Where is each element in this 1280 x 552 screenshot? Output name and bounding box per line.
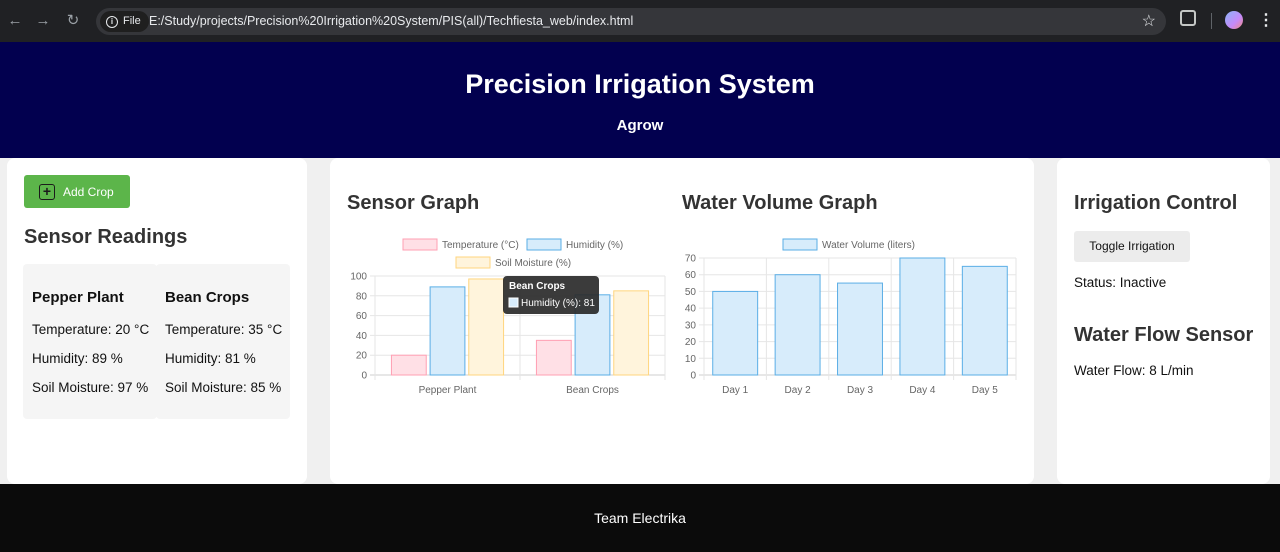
irrigation-panel: Irrigation Control Toggle Irrigation Sta… [1057,158,1270,484]
bar [429,286,466,376]
x-tick-label: Day 2 [785,385,812,396]
tooltip-swatch [508,297,519,308]
irrigation-status: Status: Inactive [1074,275,1167,290]
legend-swatch [782,238,818,251]
crop-name: Bean Crops [165,289,250,306]
crop-humidity: Humidity: 81 % [165,351,256,366]
sensor-readings-panel: + Add Crop Sensor Readings Pepper Plant … [7,158,307,484]
bar [961,265,1008,376]
crop-card-bean-crops: Bean Crops Temperature: 35 °C Humidity: … [156,264,290,419]
toggle-irrigation-button[interactable]: Toggle Irrigation [1074,231,1190,262]
crop-humidity: Humidity: 89 % [32,351,123,366]
crop-card-pepper-plant: Pepper Plant Temperature: 20 °C Humidity… [23,264,157,419]
crop-temperature: Temperature: 20 °C [32,322,150,337]
crop-temperature: Temperature: 35 °C [165,322,283,337]
forward-icon[interactable]: → [32,10,54,32]
y-tick-label: 30 [685,320,697,331]
browser-toolbar: ← → ↻ i File E:/Study/projects/Precision… [0,0,1280,42]
y-tick-label: 70 [685,254,697,265]
crop-soil-moisture: Soil Moisture: 85 % [165,380,282,395]
y-tick-label: 20 [685,337,697,348]
x-tick-label: Day 4 [909,385,936,396]
bar [774,274,821,376]
x-tick-label: Day 3 [847,385,874,396]
page-subtitle: Agrow [616,117,664,134]
plus-square-icon: + [39,183,55,200]
bar [468,278,505,376]
site-info-label: File [123,15,141,27]
x-tick-label: Day 1 [722,385,749,396]
sensor-readings-title: Sensor Readings [24,226,188,248]
y-tick-label: 50 [685,287,697,298]
page-title: Precision Irrigation System [465,69,815,99]
page-header: Precision Irrigation System Agrow [0,42,1280,158]
y-tick-label: 0 [361,371,367,382]
more-menu-icon[interactable]: ⋮ [1258,10,1274,32]
toolbar-divider [1211,13,1212,29]
bar [390,354,427,376]
profile-avatar[interactable] [1225,11,1243,29]
water-flow-title: Water Flow Sensor [1074,324,1254,346]
legend-label: Temperature (°C) [442,240,519,251]
legend-label: Water Volume (liters) [822,240,915,251]
water-volume-graph-title: Water Volume Graph [682,192,878,214]
irrigation-control-title: Irrigation Control [1074,192,1238,214]
y-tick-label: 60 [356,311,368,322]
bar [837,282,883,376]
legend-swatch [526,238,562,251]
y-tick-label: 10 [685,354,697,365]
bar [613,290,650,376]
y-tick-label: 20 [356,351,368,362]
url-text[interactable]: E:/Study/projects/Precision%20Irrigation… [149,8,633,35]
tooltip-title: Bean Crops [509,281,566,292]
add-crop-label: Add Crop [63,184,114,199]
crop-name: Pepper Plant [32,289,124,306]
footer-text: Team Electrika [594,510,686,526]
y-tick-label: 80 [356,291,368,302]
y-tick-label: 100 [350,272,367,283]
add-crop-button[interactable]: + Add Crop [24,175,130,208]
chart-tooltip: Bean Crops Humidity (%): 81 [503,276,599,314]
reload-icon[interactable]: ↻ [62,10,84,32]
x-tick-label: Pepper Plant [419,385,477,396]
site-info-chip[interactable]: i File [100,11,149,32]
bar [535,339,572,376]
crop-soil-moisture: Soil Moisture: 97 % [32,380,149,395]
legend-swatch [402,238,438,251]
water-volume-chart: Water Volume (liters) 0 10 20 30 40 50 60 70 Day … [685,238,1017,396]
bar [712,290,759,376]
tooltip-text: Humidity (%): 81 [521,298,595,309]
y-tick-label: 60 [685,270,697,281]
y-tick-label: 0 [690,371,696,382]
y-tick-label: 40 [685,304,697,315]
address-bar[interactable]: i File E:/Study/projects/Precision%20Irr… [96,8,1166,35]
legend-label: Soil Moisture (%) [495,258,571,269]
extensions-icon[interactable] [1180,10,1196,26]
graphs-panel: Sensor Graph Water Volume Graph Temperat… [330,158,1034,484]
bookmark-star-icon[interactable]: ☆ [1142,8,1156,35]
x-tick-label: Day 5 [972,385,999,396]
sensor-graph-title: Sensor Graph [347,192,480,214]
legend-label: Humidity (%) [566,240,623,251]
bar [899,257,946,376]
y-tick-label: 40 [356,331,368,342]
info-icon: i [106,15,118,28]
sensor-graph-chart: Temperature (°C) Humidity (%) Soil Moistur… [350,238,666,396]
x-tick-label: Bean Crops [566,385,619,396]
page-footer: Team Electrika [0,484,1280,552]
back-icon[interactable]: ← [4,10,26,32]
legend-swatch [455,256,491,269]
water-flow-reading: Water Flow: 8 L/min [1074,363,1194,378]
